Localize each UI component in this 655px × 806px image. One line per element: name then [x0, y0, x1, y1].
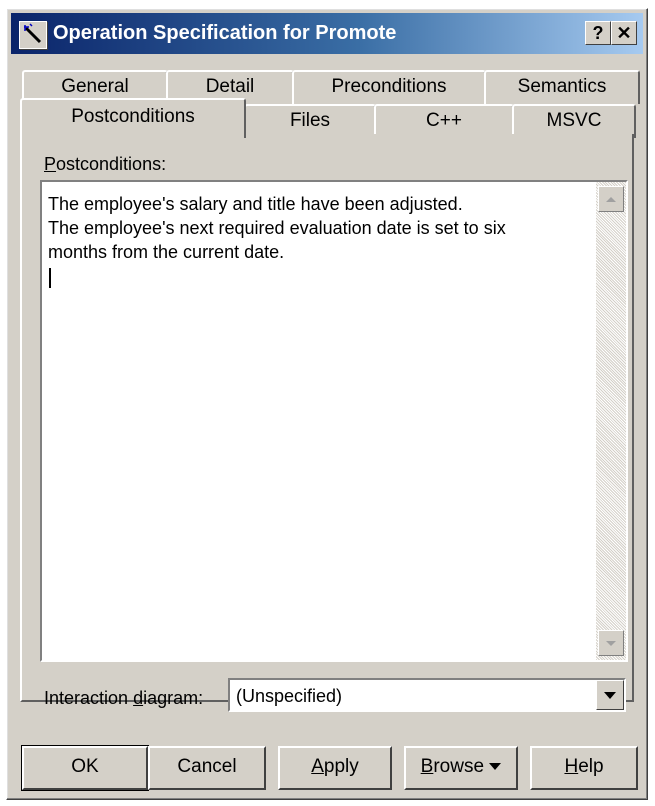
apply-mnemonic: A — [311, 756, 324, 777]
postconditions-line: months from the current date. — [48, 242, 285, 262]
tab-postconditions[interactable]: Postconditions — [20, 98, 246, 138]
interaction-diagram-label: Interaction diagram: — [44, 688, 203, 709]
interaction-diagram-select[interactable]: (Unspecified) — [228, 678, 626, 712]
tab-cpp[interactable]: C++ — [374, 104, 514, 138]
tab-msvc[interactable]: MSVC — [512, 104, 636, 138]
scroll-up-arrow-icon — [606, 196, 616, 202]
help-button[interactable]: Help — [530, 746, 638, 790]
postconditions-line: The employee's next required evaluation … — [48, 218, 506, 238]
interaction-diagram-label-end: iagram: — [143, 688, 204, 708]
interaction-diagram-label-start: Interaction — [44, 688, 134, 708]
ok-button[interactable]: OK — [21, 745, 149, 791]
title-bar[interactable]: Operation Specification for Promote ? ✕ — [11, 13, 643, 54]
postconditions-textarea[interactable]: The employee's salary and title have bee… — [40, 180, 628, 662]
postconditions-line: The employee's salary and title have bee… — [48, 194, 463, 214]
browse-label: rowse — [433, 756, 485, 777]
app-wand-icon — [19, 21, 47, 49]
dropdown-arrow-icon — [489, 763, 502, 771]
scroll-down-arrow-icon — [606, 640, 616, 646]
interaction-diagram-label-mnemonic: d — [133, 688, 144, 708]
help-label: elp — [578, 756, 604, 777]
apply-button[interactable]: Apply — [278, 746, 392, 790]
tab-semantics[interactable]: Semantics — [484, 70, 640, 104]
help-mnemonic: H — [564, 756, 579, 777]
cancel-button[interactable]: Cancel — [148, 746, 266, 790]
text-caret — [49, 268, 51, 288]
postconditions-label: Postconditions: — [44, 154, 166, 175]
dialog-title: Operation Specification for Promote — [53, 22, 397, 44]
scroll-up-button[interactable] — [598, 186, 624, 212]
browse-mnemonic: B — [420, 756, 434, 777]
interaction-diagram-dropdown-button[interactable] — [596, 680, 624, 710]
interaction-diagram-value: (Unspecified) — [236, 686, 343, 706]
close-button[interactable]: ✕ — [611, 21, 637, 45]
scroll-down-button[interactable] — [598, 630, 624, 656]
apply-label: pply — [323, 756, 359, 777]
postconditions-label-mnemonic: P — [44, 154, 57, 174]
tab-files[interactable]: Files — [244, 104, 376, 138]
context-help-button[interactable]: ? — [585, 21, 611, 45]
vertical-scrollbar[interactable] — [596, 182, 626, 660]
chevron-down-icon — [604, 691, 616, 699]
postconditions-text: The employee's salary and title have bee… — [48, 192, 506, 264]
tab-preconditions[interactable]: Preconditions — [292, 70, 486, 104]
browse-button[interactable]: Browse — [404, 746, 518, 790]
postconditions-label-text: ostconditions: — [56, 154, 167, 174]
